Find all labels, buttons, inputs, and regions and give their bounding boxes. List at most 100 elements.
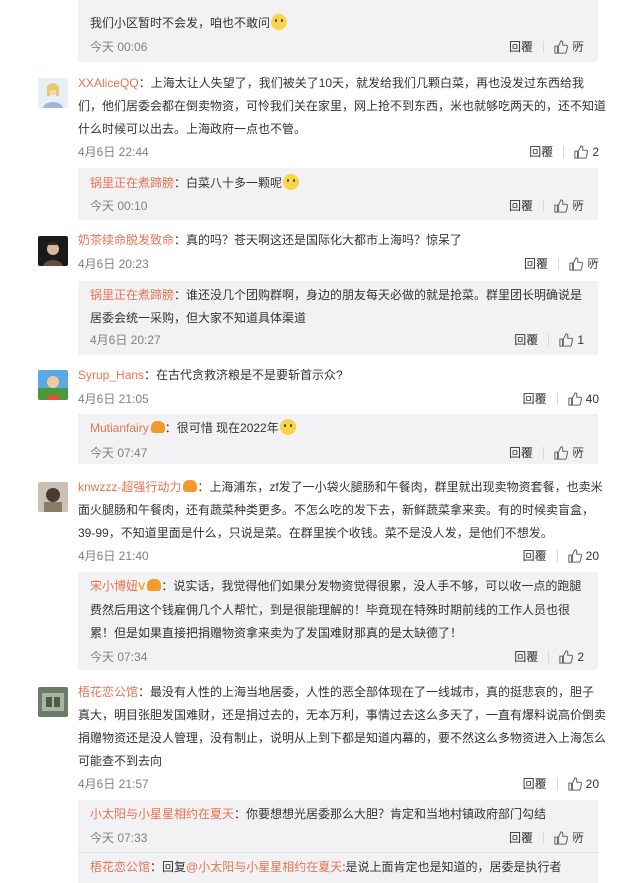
avatar[interactable] <box>38 236 68 266</box>
like-button[interactable]: 𫠦 <box>554 39 584 54</box>
like-button[interactable]: 40 <box>567 391 599 406</box>
reply-text: 宋小博妞V ：说实话，我觉得他们如果分发物资觉得很累，没人手不够，可以收一点的跑腿… <box>90 575 590 645</box>
reply-box: 小太阳与小星星相约在夏天：你要想想光居委那么大胆？肯定和当地村镇政府部门勾结 今… <box>78 800 598 883</box>
username-link[interactable]: 奶茶续命脱发致命 <box>78 233 174 247</box>
avatar[interactable] <box>38 482 68 512</box>
verified-v-icon: V <box>138 581 146 593</box>
comment-time: 4月6日 20:23 <box>78 257 149 271</box>
reply-username-link[interactable]: Mutianfairy <box>90 421 149 435</box>
reply-button[interactable]: 回覆 <box>529 143 553 160</box>
reply-username-link[interactable]: 梧花恋公馆 <box>90 860 150 874</box>
emoji-icon <box>279 419 296 435</box>
reply-button[interactable]: 回覆 <box>509 829 533 846</box>
username-link[interactable]: Syrup_Hans <box>78 368 144 382</box>
divider <box>556 392 558 405</box>
reply-button[interactable]: 回覆 <box>523 547 547 564</box>
comment-meta: 4月6日 21:57 回覆 20 <box>78 775 599 793</box>
divider <box>542 446 544 459</box>
reply-text: 小太阳与小星星相约在夏天：你要想想光居委那么大胆？肯定和当地村镇政府部门勾结 <box>90 807 547 821</box>
like-count: 20 <box>585 548 599 563</box>
comment-time: 4月6日 21:57 <box>78 777 149 791</box>
like-label: 𫠦 <box>571 40 584 54</box>
reply-meta: 今天 00:06 回覆 𫠦 <box>90 38 584 56</box>
thumbs-up-icon <box>554 198 568 213</box>
username-link[interactable]: XXAliceQQ <box>78 76 139 90</box>
reply-text: Mutianfairy ：很可惜 现在2022年 <box>90 417 590 440</box>
reply-username-link[interactable]: 锅里正在煮蹄膀 <box>90 176 174 190</box>
reply-button[interactable]: 回覆 <box>509 197 533 214</box>
avatar[interactable] <box>38 687 68 717</box>
reply-time: 今天 00:10 <box>90 199 148 213</box>
comment-text: knwzzz-超强行动力 ：上海浦东，zf发了一小袋火腿肠和午餐肉，群里就出现卖物… <box>78 480 603 540</box>
thumbs-up-icon <box>554 39 568 54</box>
username-link[interactable]: knwzzz-超强行动力 <box>78 480 181 494</box>
reply-button[interactable]: 回覆 <box>514 331 538 348</box>
thumbs-up-icon <box>567 776 582 791</box>
fan-badge-icon <box>147 579 162 591</box>
username-link[interactable]: 梧花恋公馆 <box>78 685 138 699</box>
like-button[interactable]: 20 <box>567 776 599 791</box>
divider <box>556 549 558 562</box>
fan-badge-icon <box>150 421 165 433</box>
avatar[interactable] <box>38 370 68 400</box>
like-button[interactable]: 𫠦 <box>554 445 584 460</box>
reply-box: 宋小博妞V ：说实话，我觉得他们如果分发物资觉得很累，没人手不够，可以收一点的跑腿… <box>78 572 598 670</box>
divider <box>548 650 550 663</box>
reply-time: 4月6日 20:27 <box>90 333 161 347</box>
reply-time: 今天 07:34 <box>90 650 148 664</box>
reply-button[interactable]: 回覆 <box>523 775 547 792</box>
like-count: 2 <box>577 649 584 664</box>
comment-meta: 4月6日 21:05 回覆 40 <box>78 390 599 408</box>
reply-text: 梧花恋公馆：回复@小太阳与小星星相约在夏天:是说上面肯定也是知道的，居委是执行者 <box>90 860 562 874</box>
like-button[interactable]: 𫠦 <box>569 256 599 271</box>
comment-text: Syrup_Hans：在古代贪救济粮是不是要斩首示众? <box>78 368 343 382</box>
like-button[interactable]: 𫠦 <box>554 198 584 213</box>
thumbs-up-icon <box>574 144 589 159</box>
thumbs-up-icon <box>554 830 568 845</box>
like-count: 40 <box>585 391 599 406</box>
reply-time: 今天 07:33 <box>90 831 148 845</box>
like-button[interactable]: 20 <box>567 548 599 563</box>
like-button[interactable]: 2 <box>559 650 584 664</box>
divider <box>556 777 558 790</box>
divider <box>557 257 559 270</box>
mention-link[interactable]: @小太阳与小星星相约在夏天 <box>186 860 342 874</box>
reply-username-link[interactable]: 锅里正在煮蹄膀 <box>90 288 174 302</box>
like-count: 1 <box>577 332 584 347</box>
divider <box>542 831 544 844</box>
reply-time: 今天 07:47 <box>90 446 148 460</box>
reply-meta: 今天 07:33 回覆 𫠦 <box>90 829 584 847</box>
like-button[interactable]: 𫠦 <box>554 830 584 845</box>
reply-button[interactable]: 回覆 <box>523 390 547 407</box>
reply-meta: 今天 00:10 回覆 𫠦 <box>90 197 584 215</box>
reply-time: 今天 00:06 <box>90 40 148 54</box>
like-label: 𫠦 <box>571 199 584 213</box>
like-button[interactable]: 2 <box>574 145 599 159</box>
reply-text: 锅里正在煮蹄膀：谁还没几个团购群啊，身边的朋友每天必做的就是抢菜。群里团长明确说… <box>90 288 583 325</box>
thumbs-up-icon <box>554 445 568 460</box>
like-button[interactable]: 1 <box>559 333 584 347</box>
thumbs-up-icon <box>559 649 574 664</box>
comment-time: 4月6日 21:05 <box>78 392 149 406</box>
reply-button[interactable]: 回覆 <box>524 255 548 272</box>
reply-text: 锅里正在煮蹄膀：白菜八十多一颗呢 <box>90 172 590 195</box>
avatar[interactable] <box>38 78 68 108</box>
reply-meta: 今天 07:47 回覆 𫠦 <box>90 444 584 462</box>
comment-text: 梧花恋公馆：最没有人性的上海当地居委，人性的恶全部体现在了一线城市，真的挺悲哀的… <box>78 685 607 768</box>
divider <box>563 145 565 158</box>
reply-box: Mutianfairy ：很可惜 现在2022年 今天 07:47 回覆 𫠦 <box>78 414 598 464</box>
reply-button[interactable]: 回覆 <box>509 38 533 55</box>
reply-username-link[interactable]: 宋小博妞 <box>90 579 138 593</box>
divider <box>548 333 550 346</box>
reply-button[interactable]: 回覆 <box>514 648 538 665</box>
reply-divider <box>78 852 598 853</box>
comment-meta: 4月6日 20:23 回覆 𫠦 <box>78 255 599 273</box>
reply-meta: 4月6日 20:27 回覆 1 <box>90 331 584 349</box>
comment-text: XXAliceQQ：上海太让人失望了，我们被关了10天，就发给我们几颗白菜，再也… <box>78 76 607 136</box>
reply-username-link[interactable]: 小太阳与小星星相约在夏天 <box>90 807 234 821</box>
reply-box: 我们小区暂时不会发，咱也不敢问 今天 00:06 回覆 𫠦 <box>78 0 598 62</box>
reply-box: 锅里正在煮蹄膀：谁还没几个团购群啊，身边的朋友每天必做的就是抢菜。群里团长明确说… <box>78 281 598 355</box>
reply-button[interactable]: 回覆 <box>509 444 533 461</box>
comment-time: 4月6日 22:44 <box>78 145 149 159</box>
fan-badge-icon <box>183 480 198 492</box>
